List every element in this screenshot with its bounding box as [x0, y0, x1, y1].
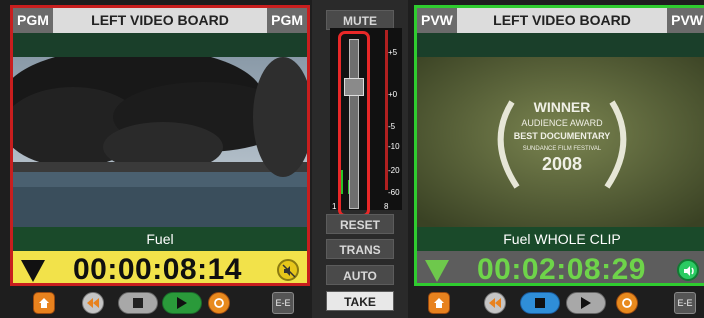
poster-line1: WINNER [534, 99, 591, 115]
speaker-on-icon[interactable] [677, 259, 699, 281]
loop-icon[interactable] [208, 292, 230, 314]
preview-clip-name: Fuel WHOLE CLIP [417, 227, 704, 251]
poster-line4: SUNDANCE FILM FESTIVAL [523, 146, 602, 152]
scale-0: +0 [388, 90, 398, 99]
preview-header: PVW LEFT VIDEO BOARD PVW [417, 8, 704, 33]
stop-icon[interactable] [520, 292, 560, 314]
play-icon[interactable] [566, 292, 606, 314]
preview-transport: E-E [414, 288, 704, 318]
program-clip-name: Fuel [13, 227, 307, 251]
pgm-tag-right: PGM [267, 8, 307, 33]
poster-year: 2008 [542, 154, 582, 174]
poster-line3: BEST DOCUMENTARY [514, 131, 611, 141]
loop-icon[interactable] [616, 292, 638, 314]
stop-icon[interactable] [118, 292, 158, 314]
pvw-tag-right: PVW [667, 8, 704, 33]
preview-panel: PVW LEFT VIDEO BOARD PVW WINNER AUDIENCE… [414, 5, 704, 286]
scale-minus5: -5 [388, 122, 396, 131]
program-transport: E-E [10, 288, 310, 318]
program-info-bar [13, 33, 307, 57]
play-icon[interactable] [162, 292, 202, 314]
rewind-icon[interactable] [484, 292, 506, 314]
preview-title: LEFT VIDEO BOARD [493, 12, 631, 28]
scale-minus20: -20 [388, 166, 400, 175]
scale-minus60: -60 [388, 188, 400, 197]
take-button[interactable]: TAKE [326, 291, 394, 311]
preview-video-frame[interactable]: WINNER AUDIENCE AWARD BEST DOCUMENTARY S… [417, 57, 704, 227]
poster-line2: AUDIENCE AWARD [521, 118, 603, 128]
preview-info-bar [417, 33, 704, 57]
scale-plus5: +5 [388, 48, 398, 57]
home-icon[interactable] [33, 292, 55, 314]
ee-button[interactable]: E-E [272, 292, 294, 314]
meter-left-label: 1 [332, 202, 337, 211]
scale-minus10: -10 [388, 142, 400, 151]
dropdown-triangle-icon[interactable] [425, 260, 449, 282]
preview-timecode: 00:02:08:29 [477, 253, 646, 286]
auto-button[interactable]: AUTO [326, 265, 394, 285]
trans-button[interactable]: TRANS [326, 239, 394, 259]
program-panel: PGM LEFT VIDEO BOARD PGM Fuel 00:00:08:1… [10, 5, 310, 286]
preview-timecode-bar: 00:02:08:29 [417, 251, 704, 286]
speaker-muted-icon[interactable] [277, 259, 299, 281]
program-video-frame[interactable] [13, 57, 307, 227]
dropdown-triangle-icon[interactable] [21, 260, 45, 282]
program-header: PGM LEFT VIDEO BOARD PGM [13, 8, 307, 33]
audio-column: MUTE +5 +0 -5 -10 -20 -60 1 8 RESET TRAN… [312, 0, 408, 318]
rewind-icon[interactable] [82, 292, 104, 314]
program-timecode: 00:00:08:14 [73, 253, 242, 286]
home-icon[interactable] [428, 292, 450, 314]
mute-button[interactable]: MUTE [326, 10, 394, 30]
program-title: LEFT VIDEO BOARD [91, 12, 229, 28]
ee-button[interactable]: E-E [674, 292, 696, 314]
program-timecode-bar: 00:00:08:14 [13, 251, 307, 286]
fader-knob[interactable] [344, 78, 364, 96]
fader-track[interactable] [349, 39, 359, 209]
meter-right-label: 8 [384, 202, 389, 211]
reset-button[interactable]: RESET [326, 214, 394, 234]
